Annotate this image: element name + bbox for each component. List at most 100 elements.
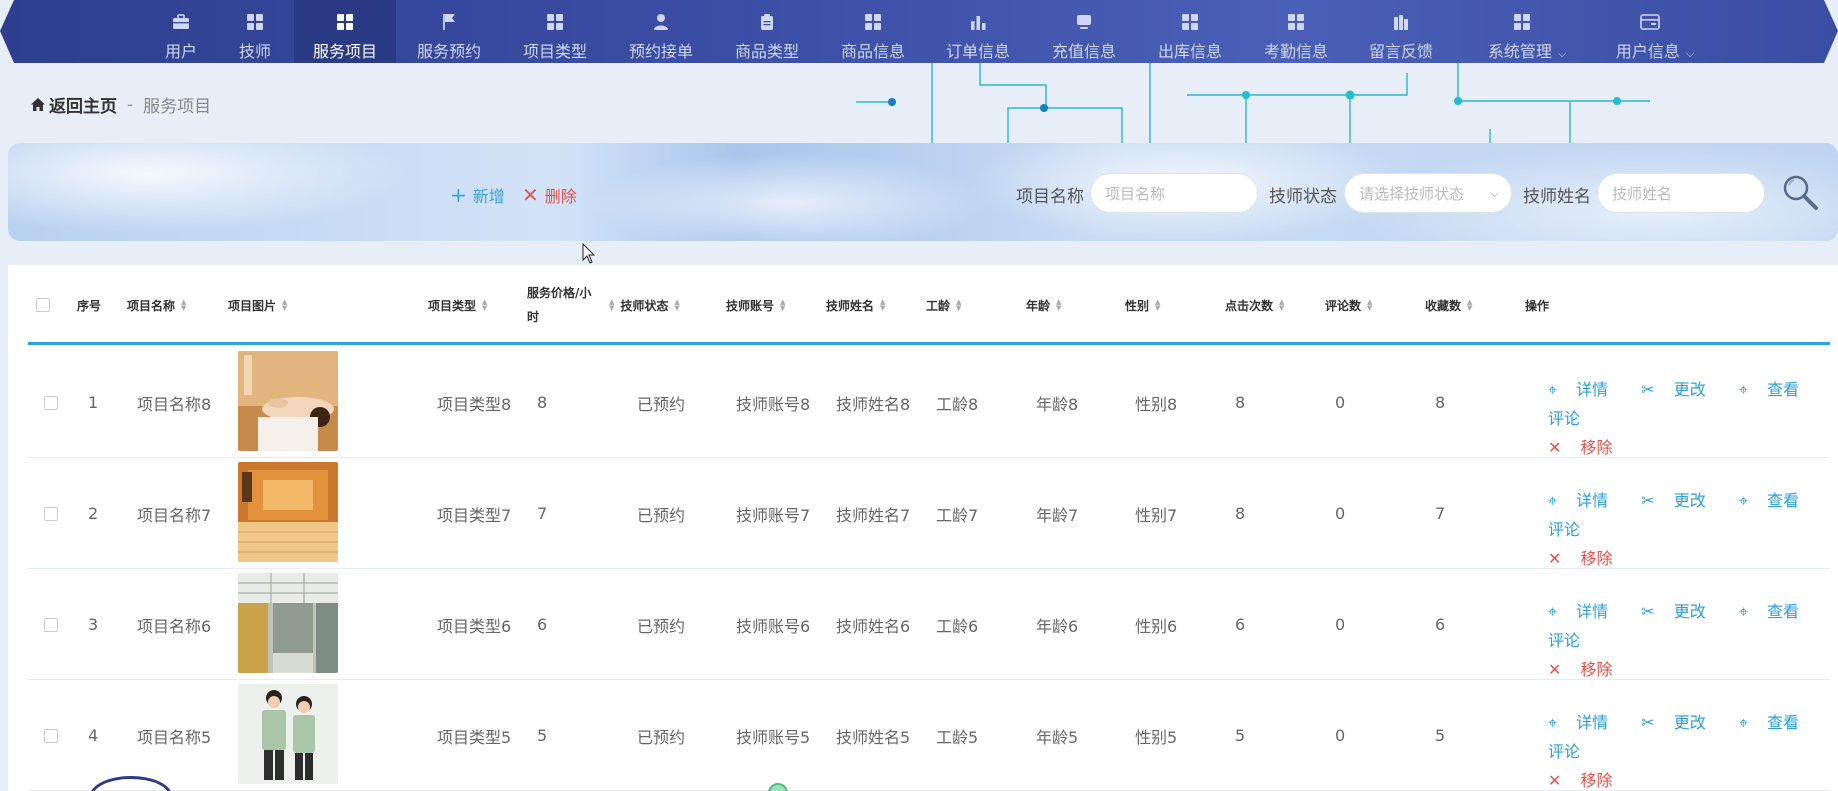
cell-age: 年龄7: [1036, 505, 1079, 525]
grid-icon: [335, 12, 355, 32]
row-actions: ⌖ 详情 ✂ 更改 ⌖ 查看评论 ✕ 移除: [1548, 486, 1808, 573]
project-name-input[interactable]: 项目名称: [1090, 173, 1258, 213]
clipboard-icon: [757, 12, 777, 32]
nav-item-attendance-info[interactable]: 考勤信息: [1253, 0, 1339, 63]
remove-button[interactable]: ✕ 移除: [1548, 660, 1627, 679]
search-icon[interactable]: [1780, 172, 1820, 212]
nav-item-users[interactable]: 用户: [150, 0, 212, 63]
cell-favorites: 5: [1435, 726, 1446, 745]
nav-item-system-management[interactable]: 系统管理 ⌵: [1472, 0, 1582, 63]
close-icon: ✕: [1548, 660, 1567, 679]
nav-label: 充值信息: [1051, 42, 1116, 61]
comment-icon: ⌖: [1738, 491, 1753, 510]
tech-status-select[interactable]: 请选择技师状态 ⌵: [1344, 173, 1512, 213]
cell-account: 技师账号8: [736, 394, 811, 414]
col-age[interactable]: 年龄 ▲ ▼: [1026, 265, 1061, 345]
nav-item-user-info[interactable]: 用户信息 ⌵: [1600, 0, 1710, 63]
cell-name: 项目名称7: [137, 505, 212, 525]
card-icon: [1639, 12, 1660, 32]
edit-button[interactable]: ✂ 更改: [1641, 602, 1720, 621]
nav-item-service-items[interactable]: 服务项目: [294, 0, 396, 63]
col-gender-label: 性别: [1125, 298, 1150, 313]
remove-button[interactable]: ✕ 移除: [1548, 549, 1627, 568]
col-seniority[interactable]: 工龄 ▲ ▼: [926, 265, 961, 345]
col-clicks[interactable]: 点击次数 ▲ ▼: [1225, 265, 1284, 345]
col-clicks-label: 点击次数: [1225, 298, 1274, 313]
cell-price: 7: [537, 504, 548, 523]
briefcase-icon: [171, 12, 191, 32]
col-price[interactable]: 服务价格/小 时: [527, 265, 591, 345]
col-price-label: 服务价格/小 时: [527, 281, 591, 329]
col-index[interactable]: 序号: [77, 265, 101, 345]
detail-button[interactable]: ⌖ 详情: [1548, 380, 1622, 399]
nav-item-outbound-info[interactable]: 出库信息: [1147, 0, 1233, 63]
home-link[interactable]: 返回主页: [30, 92, 117, 117]
cell-price: 8: [537, 393, 548, 412]
col-type[interactable]: 项目类型 ▲ ▼: [428, 265, 487, 345]
breadcrumb-current: 服务项目: [143, 97, 212, 117]
nav-item-feedback[interactable]: 留言反馈: [1358, 0, 1444, 63]
nav-item-goods-type[interactable]: 商品类型: [724, 0, 810, 63]
sort-icon: ▲ ▼: [674, 298, 680, 312]
col-tech-name[interactable]: 技师姓名 ▲ ▼: [826, 265, 885, 345]
select-all-checkbox[interactable]: [36, 298, 50, 312]
col-account[interactable]: 技师账号 ▲ ▼: [726, 265, 785, 345]
col-name[interactable]: 项目名称 ▲ ▼: [127, 265, 186, 345]
add-button[interactable]: + 新增: [450, 183, 505, 207]
row-checkbox[interactable]: [44, 728, 58, 743]
nav-label: 系统管理: [1487, 42, 1552, 61]
breadcrumb: 返回主页 - 服务项目: [30, 92, 211, 117]
cell-name: 项目名称6: [137, 616, 212, 636]
detail-button[interactable]: ⌖ 详情: [1548, 602, 1622, 621]
remove-label: 移除: [1580, 660, 1613, 679]
nav-item-order-info[interactable]: 订单信息: [935, 0, 1021, 63]
edit-button[interactable]: ✂ 更改: [1641, 380, 1720, 399]
detail-button[interactable]: ⌖ 详情: [1548, 713, 1622, 732]
col-price-label-line2: 时: [527, 310, 540, 324]
edit-label: 更改: [1673, 491, 1706, 510]
cell-price: 5: [537, 726, 548, 745]
cell-index: 3: [88, 615, 99, 634]
detail-button[interactable]: ⌖ 详情: [1548, 491, 1622, 510]
col-gender[interactable]: 性别 ▲ ▼: [1125, 265, 1160, 345]
nav-item-service-booking[interactable]: 服务预约: [406, 0, 492, 63]
row-checkbox[interactable]: [44, 395, 58, 410]
nav-label: 预约接单: [628, 42, 693, 61]
cell-age: 年龄6: [1036, 616, 1079, 636]
col-comments[interactable]: 评论数 ▲ ▼: [1325, 265, 1372, 345]
tech-name-input[interactable]: 技师姓名: [1597, 173, 1765, 213]
nav-item-technicians[interactable]: 技师: [224, 0, 286, 63]
edit-label: 更改: [1673, 713, 1706, 732]
scissors-icon: ✂: [1641, 602, 1660, 621]
remove-button[interactable]: ✕ 移除: [1548, 771, 1627, 790]
row-actions: ⌖ 详情 ✂ 更改 ⌖ 查看评论 ✕ 移除: [1548, 375, 1808, 462]
row-checkbox[interactable]: [44, 617, 58, 632]
sort-icon: ▲ ▼: [956, 298, 962, 312]
delete-button[interactable]: ✕ 删除: [522, 183, 577, 207]
edit-button[interactable]: ✂ 更改: [1641, 491, 1720, 510]
nav-item-recharge-info[interactable]: 充值信息: [1041, 0, 1127, 63]
col-favorites[interactable]: 收藏数 ▲ ▼: [1425, 265, 1472, 345]
col-status[interactable]: ▲ ▼ 技师状态 ▲ ▼: [609, 265, 680, 345]
nav-label-wrap: 用户信息 ⌵: [1600, 38, 1710, 62]
nav-label: 商品信息: [840, 42, 905, 61]
nav-item-goods-info[interactable]: 商品信息: [830, 0, 916, 63]
edit-button[interactable]: ✂ 更改: [1641, 713, 1720, 732]
cell-clicks: 6: [1235, 615, 1246, 634]
cell-favorites: 6: [1435, 615, 1446, 634]
cell-clicks: 8: [1235, 504, 1246, 523]
nav-item-booking-orders[interactable]: 预约接单: [618, 0, 704, 63]
nav-item-project-type[interactable]: 项目类型: [512, 0, 598, 63]
cell-status: 已预约: [637, 727, 686, 747]
col-seniority-label: 工龄: [926, 298, 951, 313]
close-icon: ✕: [522, 183, 539, 207]
top-navigation: 用户 技师 服务项目 服务预约 项目类型 预约接单 商品类型 商品信息 订单信息…: [0, 0, 1838, 63]
delete-button-label: 删除: [544, 187, 577, 206]
cell-clicks: 8: [1235, 393, 1246, 412]
col-image[interactable]: 项目图片 ▲ ▼: [228, 265, 287, 345]
remove-button[interactable]: ✕ 移除: [1548, 438, 1627, 457]
mouse-cursor-icon: [582, 243, 596, 264]
row-checkbox[interactable]: [44, 506, 58, 521]
nav-label: 考勤信息: [1263, 42, 1328, 61]
nav-items: 用户 技师 服务项目 服务预约 项目类型 预约接单 商品类型 商品信息 订单信息…: [0, 0, 1838, 63]
